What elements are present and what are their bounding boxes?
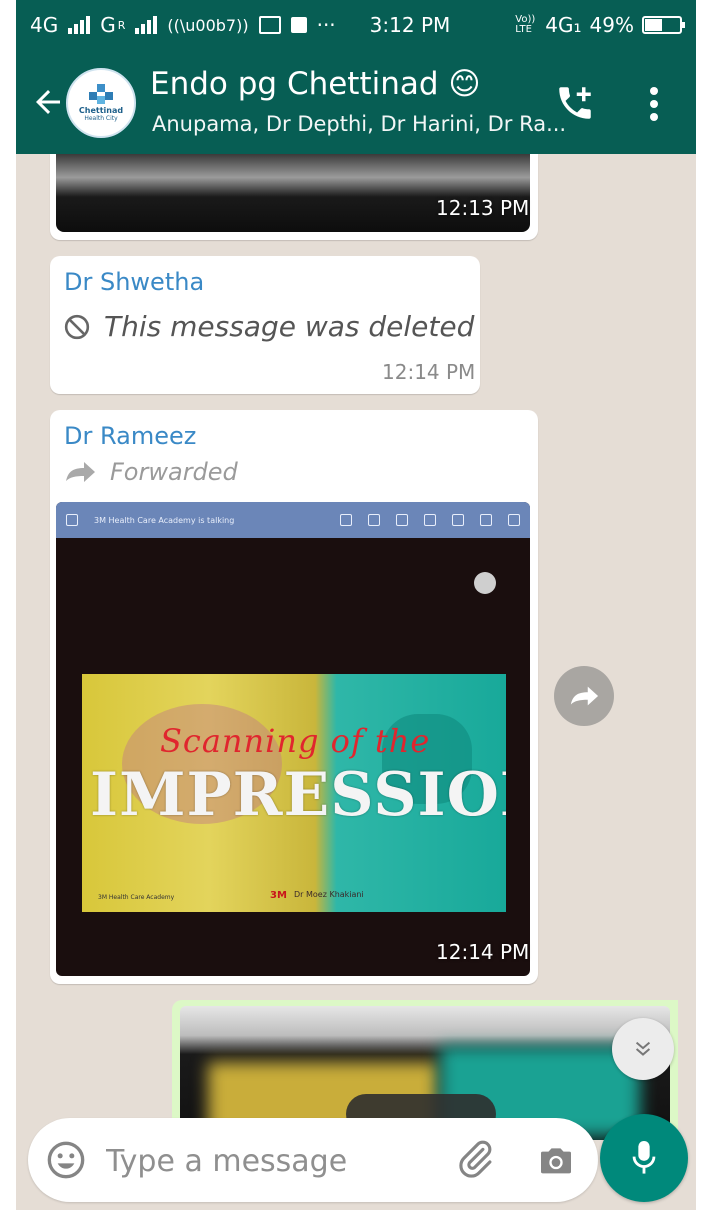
slide-title: IMPRESSION — [90, 760, 506, 830]
share-button[interactable] — [554, 666, 614, 726]
battery-level-fill — [645, 19, 662, 31]
network-type-label-2: G — [100, 13, 116, 37]
slide-footer-left: 3M Health Care Academy — [98, 894, 175, 901]
message-notification-icon — [258, 16, 281, 34]
photo-dot — [474, 572, 496, 594]
data-saver-icon — [290, 17, 307, 33]
block-icon — [64, 314, 90, 339]
message-input[interactable] — [104, 1138, 428, 1184]
slide-brand: 3M — [270, 890, 287, 901]
battery-icon — [642, 16, 685, 34]
message-composer — [28, 1118, 598, 1202]
help-icon — [396, 514, 408, 526]
signal-strength-icon — [68, 16, 91, 34]
deleted-message-text: This message was deleted — [104, 310, 475, 343]
chat-title[interactable]: Endo pg Chettinad 😊 — [150, 66, 481, 102]
scroll-to-bottom-button[interactable] — [612, 1018, 674, 1080]
status-time: 3:12 PM — [369, 13, 451, 37]
meeting-toolbar: 3M Health Care Academy is talking — [56, 502, 530, 538]
avatar-logo-name: Chettinad — [78, 106, 124, 115]
back-arrow-icon[interactable] — [30, 84, 66, 120]
double-chevron-down-icon — [635, 1041, 651, 1056]
participants-icon — [368, 514, 380, 526]
forwarded-label: Forwarded — [110, 458, 238, 486]
exit-icon — [66, 514, 78, 526]
slide-script-text: Scanning of the — [160, 722, 431, 760]
message-time: 12:14 PM — [436, 940, 530, 964]
more-notifications-label: ··· — [316, 13, 336, 37]
meeting-status-text: 3M Health Care Academy is talking — [94, 515, 235, 525]
roaming-label: R — [117, 18, 126, 32]
deleted-message-row: This message was deleted — [64, 310, 474, 343]
message-time: 12:14 PM — [382, 360, 476, 384]
emoji-icon[interactable] — [46, 1140, 86, 1180]
chettinad-logo-icon — [89, 84, 113, 104]
presentation-slide: Scanning of the IMPRESSION 3M Health Car… — [82, 674, 506, 912]
message-time: 12:13 PM — [436, 196, 530, 220]
hand-icon — [480, 514, 492, 526]
forwarded-label-row: Forwarded — [64, 458, 238, 486]
mic-icon — [632, 1141, 656, 1174]
avatar-logo-subtitle: Health City — [84, 115, 118, 122]
slide-footer-right: Dr Moez Khakiani — [294, 890, 364, 899]
settings-icon — [340, 514, 352, 526]
camera-icon[interactable] — [536, 1140, 576, 1180]
chat-participants[interactable]: Anupama, Dr Depthi, Dr Harini, Dr Ra... — [152, 112, 566, 136]
notes-icon — [424, 514, 436, 526]
status-bar: 4G GR ((\u00b7)) ··· 3:12 PM Vo)) LTE 4G… — [16, 0, 696, 50]
paperclip-icon[interactable] — [454, 1138, 496, 1180]
chat-header: Chettinad Health City Endo pg Chettinad … — [16, 50, 696, 154]
battery-percent: 49% — [589, 13, 634, 37]
volte-label: Vo)) LTE — [515, 14, 536, 35]
signal-strength-icon-2 — [135, 16, 158, 34]
video-icon — [452, 514, 464, 526]
whatsapp-screen: 4G GR ((\u00b7)) ··· 3:12 PM Vo)) LTE 4G… — [16, 0, 696, 1210]
mic-small-icon — [508, 514, 520, 526]
sender-name[interactable]: Dr Rameez — [64, 422, 196, 450]
add-call-icon[interactable] — [554, 82, 596, 124]
forwarded-photo[interactable]: 3M Health Care Academy is talking Scanni… — [56, 502, 530, 976]
forward-arrow-icon — [66, 462, 95, 482]
voice-message-button[interactable] — [600, 1114, 688, 1202]
message-image[interactable] — [56, 154, 530, 232]
share-icon — [570, 686, 599, 706]
sender-name[interactable]: Dr Shwetha — [64, 268, 204, 296]
group-avatar[interactable]: Chettinad Health City — [66, 68, 136, 138]
more-vert-icon[interactable] — [644, 84, 664, 124]
network-type-label-3: 4G₁ — [545, 13, 582, 37]
hotspot-icon: ((\u00b7)) — [167, 15, 249, 35]
network-type-label: 4G — [30, 13, 59, 37]
